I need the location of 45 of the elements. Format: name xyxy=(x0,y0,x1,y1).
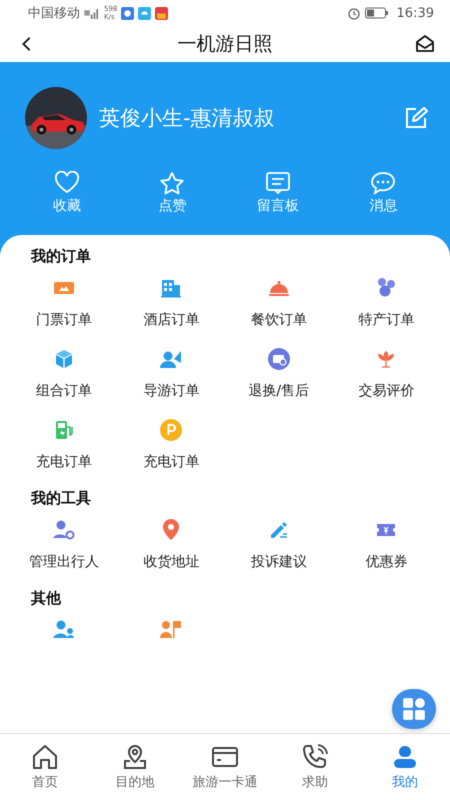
menu-item[interactable]: 充电订单 xyxy=(10,418,118,471)
chat-bubble-icon xyxy=(370,171,396,195)
menu-item[interactable]: 餐饮订单 xyxy=(225,276,332,329)
section-title: 其他 xyxy=(30,589,62,608)
nav-tab[interactable]: 目的地 xyxy=(90,734,180,800)
grid-icon xyxy=(401,696,427,722)
message-board-icon xyxy=(264,171,291,195)
app-icon xyxy=(121,6,134,20)
section-title: 我的订单 xyxy=(30,247,92,266)
menu-item[interactable]: 投诉建议 xyxy=(225,518,332,571)
nav-tab[interactable]: 旅游一卡通 xyxy=(180,734,270,800)
menu-item[interactable]: 交易评价 xyxy=(332,347,440,400)
menu-item[interactable]: 导游订单 xyxy=(118,347,225,400)
carrier-name: 中国移动 xyxy=(28,5,80,22)
user-gear-icon xyxy=(52,518,76,542)
menu-item[interactable]: 优惠券 xyxy=(332,518,440,571)
app-icon xyxy=(155,6,168,20)
user-icon xyxy=(391,743,419,771)
star-icon xyxy=(159,171,186,195)
menu-item[interactable]: 收货地址 xyxy=(118,518,225,571)
edit-button[interactable] xyxy=(404,106,428,130)
refund-icon xyxy=(266,347,291,371)
nav-tab[interactable]: 求助 xyxy=(270,734,360,800)
phone-icon xyxy=(301,743,329,771)
nav-tab[interactable]: 我的 xyxy=(360,734,450,800)
menu-item[interactable]: 酒店订单 xyxy=(118,276,225,329)
clock-time: 16:39 xyxy=(396,6,434,20)
app-icon xyxy=(138,6,152,20)
signal-icon xyxy=(84,8,100,18)
menu-item[interactable]: 门票订单 xyxy=(10,276,118,329)
menu-item[interactable]: 退换/售后 xyxy=(225,347,332,400)
menu-item[interactable]: 组合订单 xyxy=(10,347,118,400)
parking-icon xyxy=(159,418,184,442)
page-title: 一机游日照 xyxy=(178,32,272,57)
location-pin-icon xyxy=(121,743,149,771)
heart-icon xyxy=(54,171,80,195)
section-title: 我的工具 xyxy=(30,489,92,508)
alarm-icon xyxy=(346,6,361,20)
battery-icon xyxy=(364,7,389,19)
menu-item[interactable]: 充电订单 xyxy=(118,418,225,471)
user-name: 英俊小生-惠清叔叔 xyxy=(99,105,276,132)
menu-item[interactable]: 管理出行人 xyxy=(10,518,118,571)
menu-item[interactable]: 特产订单 xyxy=(332,276,440,329)
nav-tab[interactable]: 首页 xyxy=(0,734,90,800)
edit-icon xyxy=(404,106,428,130)
